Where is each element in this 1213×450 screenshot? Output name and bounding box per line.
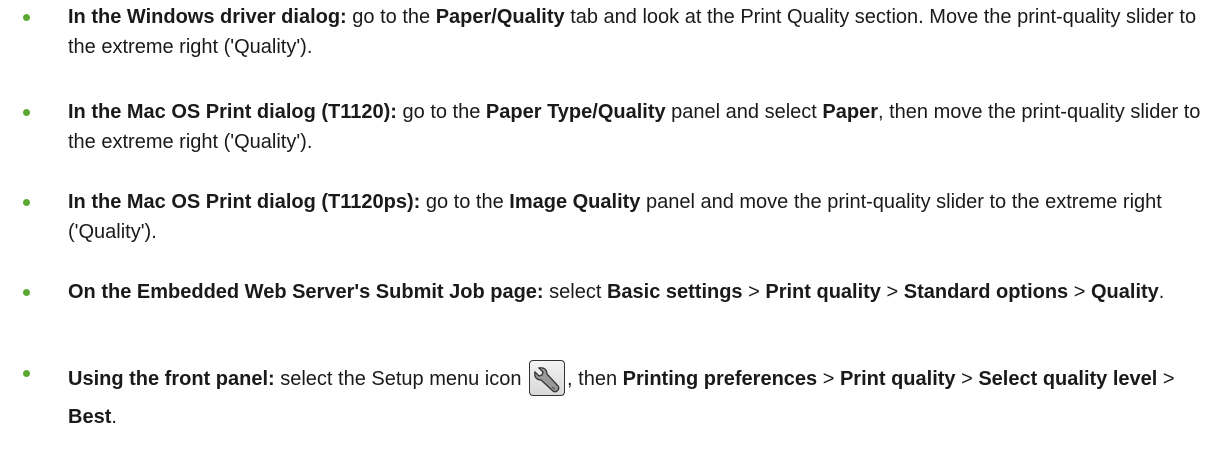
- item-text: On the Embedded Web Server's Submit Job …: [68, 281, 1165, 303]
- list-item-ews: On the Embedded Web Server's Submit Job …: [23, 277, 1203, 307]
- item-text: In the Windows driver dialog: go to the …: [68, 6, 1197, 58]
- item-text: In the Mac OS Print dialog (T1120ps): go…: [68, 191, 1162, 243]
- bullet-icon: [23, 289, 30, 296]
- item-text: In the Mac OS Print dialog (T1120): go t…: [68, 101, 1201, 153]
- bullet-icon: [23, 370, 30, 377]
- setup-wrench-icon: [529, 359, 566, 396]
- bullet-icon: [23, 109, 30, 116]
- list-item-mac-t1120: In the Mac OS Print dialog (T1120): go t…: [23, 97, 1203, 157]
- list-item-front-panel: Using the front panel: select the Setup …: [23, 359, 1203, 436]
- list-item-windows: In the Windows driver dialog: go to the …: [23, 2, 1203, 62]
- instruction-list: In the Windows driver dialog: go to the …: [0, 0, 1213, 450]
- bullet-icon: [23, 199, 30, 206]
- bullet-icon: [23, 14, 30, 21]
- item-text: Using the front panel: select the Setup …: [68, 359, 1175, 428]
- list-item-mac-t1120ps: In the Mac OS Print dialog (T1120ps): go…: [23, 187, 1203, 247]
